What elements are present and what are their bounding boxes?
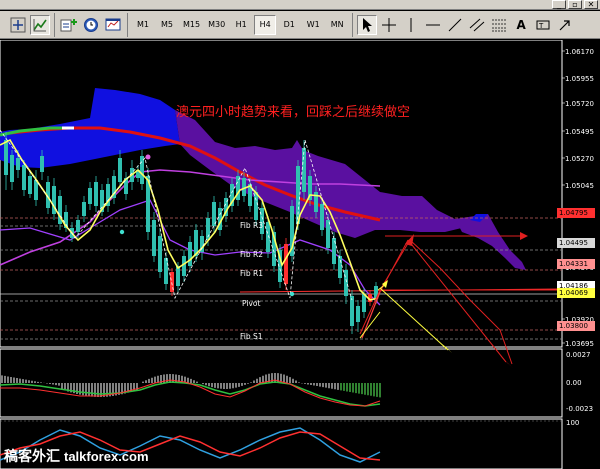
price-label: 1.03695 xyxy=(565,340,594,348)
trendline-icon[interactable] xyxy=(445,15,465,35)
macd-axis-label: 0.00 xyxy=(566,379,582,387)
crosshair-icon[interactable] xyxy=(379,15,399,35)
candle-body xyxy=(254,192,258,220)
price-tag: 1.04331 xyxy=(557,259,595,269)
level-label-fib-r2: Fib R2 xyxy=(240,250,263,259)
toolbar: M1 M5 M15 M30 H1 H4 D1 W1 MN A T xyxy=(0,11,600,39)
price-label: 1.05045 xyxy=(565,182,594,190)
fibo-icon[interactable] xyxy=(489,15,509,35)
cyan-dot xyxy=(289,291,295,297)
timeframe-m30[interactable]: M30 xyxy=(205,15,228,35)
minimize-button[interactable]: _ xyxy=(552,0,566,9)
timeframe-m15[interactable]: M15 xyxy=(180,15,203,35)
timeframe-bar: M1 M5 M15 M30 H1 H4 D1 W1 MN xyxy=(128,12,354,37)
candle-body xyxy=(118,158,122,182)
chart-headline: 澳元四小时趋势来看，回踩之后继续做空 xyxy=(176,105,411,120)
price-label: 1.05270 xyxy=(565,155,594,163)
candle-body xyxy=(94,182,98,206)
svg-text:T: T xyxy=(538,22,544,30)
candle-body xyxy=(338,256,342,278)
candle-body xyxy=(82,202,86,216)
timeframe-mn[interactable]: MN xyxy=(326,15,348,35)
price-label: 1.05720 xyxy=(565,100,594,108)
stoch-axis-label: 100 xyxy=(566,419,579,427)
window-controls: _ ▫ ✕ xyxy=(552,0,598,10)
label-icon[interactable]: T xyxy=(533,15,553,35)
price-label: 1.05495 xyxy=(565,128,594,136)
candle-body xyxy=(164,258,168,284)
clock-icon[interactable] xyxy=(81,15,101,35)
price-axis: 1.06170 1.05955 1.05720 1.05495 1.05270 1.050… xyxy=(562,48,594,348)
candle-body xyxy=(40,156,44,172)
candle-body xyxy=(344,270,348,296)
macd-axis-label: 0.0027 xyxy=(566,351,591,359)
candle-body xyxy=(152,220,156,256)
candle-body xyxy=(22,165,26,190)
candle-body xyxy=(16,158,20,170)
candle-body xyxy=(176,266,180,286)
candle-body xyxy=(188,242,192,266)
price-chart[interactable]: Fib R3 Fib R2 Fib R1 Pivot Fib S1 1.06170 1.0… xyxy=(0,39,600,469)
text-icon[interactable]: A xyxy=(511,15,531,35)
price-label: 1.05955 xyxy=(565,75,594,83)
timeframe-d1[interactable]: D1 xyxy=(278,15,300,35)
candle-body xyxy=(182,256,186,276)
price-tag: 1.04495 xyxy=(557,238,595,248)
candle-body xyxy=(76,220,80,232)
magenta-dot xyxy=(145,154,151,160)
template-icon[interactable] xyxy=(103,15,123,35)
timeframe-h4[interactable]: H4 xyxy=(254,14,277,35)
price-tag: 1.04069 xyxy=(557,288,595,298)
candle-body xyxy=(10,155,14,182)
level-label-fib-r1: Fib R1 xyxy=(240,269,263,278)
timeframe-h1[interactable]: H1 xyxy=(230,15,252,35)
watermark: 稿客外汇 talkforex.com xyxy=(4,446,149,466)
horizontal-line-icon[interactable] xyxy=(423,15,443,35)
vertical-line-icon[interactable] xyxy=(401,15,421,35)
title-bar: _ ▫ ✕ xyxy=(0,0,600,10)
arrow-icon[interactable] xyxy=(555,15,575,35)
watermark-en: talkforex.com xyxy=(64,448,149,464)
candle-body xyxy=(356,306,360,322)
cursor-icon[interactable] xyxy=(357,14,378,35)
candle-body xyxy=(88,188,92,204)
new-order-icon[interactable] xyxy=(59,15,79,35)
candle-body xyxy=(158,236,162,272)
toolbar-group-view xyxy=(4,12,55,37)
macd-axis-label: -0.0023 xyxy=(566,405,593,413)
watermark-cn: 稿客外汇 xyxy=(4,449,60,465)
restore-button[interactable]: ▫ xyxy=(568,0,582,9)
toolbar-group-tools: A T xyxy=(353,13,579,37)
level-label-pivot: Pivot xyxy=(242,299,260,308)
timeframe-m5[interactable]: M5 xyxy=(156,15,178,35)
channel-icon[interactable] xyxy=(467,15,487,35)
candle-body xyxy=(4,140,8,175)
level-label-fib-r3: Fib R3 xyxy=(240,221,263,230)
candle-body xyxy=(266,222,270,252)
close-button[interactable]: ✕ xyxy=(584,0,598,9)
candle-body xyxy=(284,244,288,284)
candle-body xyxy=(320,204,324,230)
candle-body xyxy=(350,296,354,326)
price-tag: 1.03800 xyxy=(557,321,595,331)
timeframe-m1[interactable]: M1 xyxy=(132,15,154,35)
crosshair-box-icon[interactable] xyxy=(8,15,28,35)
price-tag: 1.04795 xyxy=(557,208,595,218)
line-chart-icon[interactable] xyxy=(30,14,50,35)
candle-body xyxy=(28,176,32,194)
timeframe-w1[interactable]: W1 xyxy=(302,15,324,35)
cyan-dot xyxy=(119,229,125,235)
candle-body xyxy=(362,294,366,312)
price-label: 1.06170 xyxy=(565,48,594,56)
candle-body xyxy=(332,238,336,264)
macd-axis: 0.0027 0.00 -0.0023 100 xyxy=(566,351,593,427)
toolbar-group-order xyxy=(55,12,128,37)
level-label-fib-s1: Fib S1 xyxy=(240,332,263,341)
candle-body xyxy=(34,180,38,200)
